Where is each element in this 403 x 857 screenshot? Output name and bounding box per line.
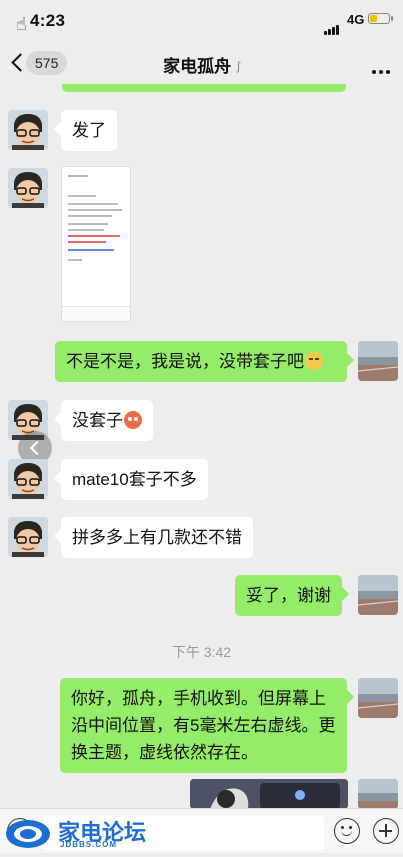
battery-cap <box>391 16 393 21</box>
more-dots-icon[interactable] <box>372 61 396 74</box>
sly-face-emoji <box>305 352 323 370</box>
angry-face-emoji <box>124 411 142 429</box>
status-bar: ☝ 4:23 4G <box>0 0 403 40</box>
message-bubble[interactable]: mate10套子不多 <box>61 459 208 500</box>
message-bubble[interactable]: 妥了，谢谢 <box>235 575 342 616</box>
contact-avatar[interactable] <box>8 110 48 150</box>
own-avatar[interactable] <box>358 678 398 718</box>
watermark-emblem <box>6 820 50 848</box>
message-bubble[interactable]: 你好，孤舟，手机收到。但屏幕上沿中间位置，有5毫米左右虚线。更换主题，虚线依然存… <box>60 678 347 773</box>
own-avatar[interactable] <box>358 341 398 381</box>
chat-title-wrap: 家电孤舟 ʃ <box>0 52 403 77</box>
message-text: 妥了，谢谢 <box>246 586 331 605</box>
status-time: 4:23 <box>30 11 66 30</box>
message-bubble[interactable]: 发了 <box>61 110 117 151</box>
contact-avatar[interactable] <box>8 517 48 557</box>
message-text: 你好，孤舟，手机收到。但屏幕上沿中间位置，有5毫米左右虚线。更换主题，虚线依然存… <box>71 689 336 762</box>
message-text: 发了 <box>72 121 106 140</box>
nav-bar: 575 家电孤舟 ʃ <box>0 40 403 86</box>
ear-icon: ʃ <box>237 59 240 73</box>
battery-icon <box>368 13 390 24</box>
own-avatar[interactable] <box>358 779 398 809</box>
message-text: mate10套子不多 <box>72 470 197 489</box>
network-label: 4G <box>347 12 365 27</box>
contact-avatar[interactable] <box>8 459 48 499</box>
photo-message[interactable] <box>190 779 348 809</box>
chat-timestamp: 下午 3:42 <box>171 644 232 660</box>
chat-title: 家电孤舟 <box>163 57 232 76</box>
message-bubble[interactable]: 不是不是，我是说，没带套子吧 <box>55 341 347 382</box>
signal-icon <box>324 17 340 35</box>
hand-cursor-icon: ☝ <box>16 14 27 34</box>
own-avatar[interactable] <box>358 575 398 615</box>
emoji-icon[interactable] <box>334 818 360 844</box>
message-text: 不是不是，我是说，没带套子吧 <box>66 352 304 371</box>
contact-avatar[interactable] <box>8 168 48 208</box>
plus-icon[interactable] <box>373 818 399 844</box>
partial-message-bubble[interactable] <box>62 84 346 92</box>
message-text: 没套子 <box>72 411 123 430</box>
watermark-logo: 家电论坛 JDBBS.COM <box>4 812 154 852</box>
shared-screenshot-image[interactable] <box>61 166 131 322</box>
message-bubble[interactable]: 拼多多上有几款还不错 <box>61 517 253 558</box>
watermark-subtext: JDBBS.COM <box>60 840 118 849</box>
message-bubble[interactable]: 没套子 <box>61 400 153 441</box>
message-text: 拼多多上有几款还不错 <box>72 528 242 547</box>
